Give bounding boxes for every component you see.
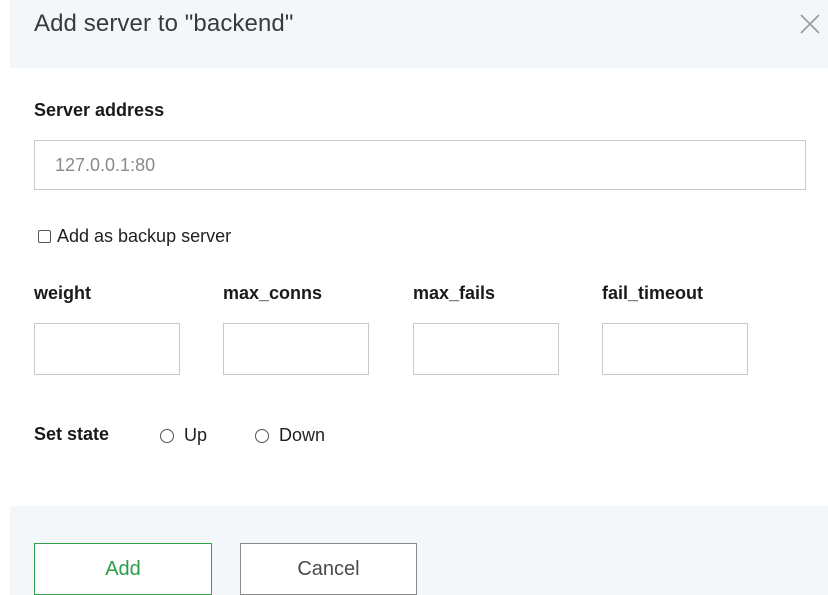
max-conns-label: max_conns — [223, 283, 323, 303]
backup-server-checkbox[interactable] — [38, 230, 51, 243]
fail-timeout-input[interactable] — [602, 323, 748, 375]
state-down-radio-circle[interactable] — [255, 428, 269, 443]
server-address-label: Server address — [34, 100, 165, 120]
state-down-label: Down — [279, 425, 326, 445]
weight-input[interactable] — [34, 323, 180, 375]
fail-timeout-label: fail_timeout — [602, 283, 704, 303]
state-up-label: Up — [184, 425, 208, 445]
state-up-radio[interactable]: Up — [160, 425, 207, 446]
max-conns-input[interactable] — [223, 323, 369, 375]
server-address-input[interactable] — [34, 140, 806, 190]
dialog-header: Add server to "backend" — [10, 0, 828, 69]
add-button[interactable]: Add — [34, 543, 212, 595]
backup-server-label: Add as backup server — [57, 226, 232, 246]
max-fails-label: max_fails — [413, 283, 496, 303]
close-button[interactable] — [798, 12, 822, 36]
close-icon — [800, 14, 820, 34]
weight-label: weight — [34, 283, 91, 303]
dialog-body: Server address Add as backup server weig… — [10, 68, 828, 506]
add-server-dialog: Add server to "backend" Server address A… — [0, 0, 828, 595]
dialog-title: Add server to "backend" — [34, 10, 294, 37]
backup-server-checkbox-row[interactable]: Add as backup server — [38, 226, 231, 247]
state-down-radio[interactable]: Down — [255, 425, 325, 446]
set-state-label: Set state — [34, 424, 110, 444]
dialog-footer: Add Cancel — [10, 506, 828, 595]
state-up-radio-circle[interactable] — [160, 428, 174, 443]
max-fails-input[interactable] — [413, 323, 559, 375]
cancel-button[interactable]: Cancel — [240, 543, 417, 595]
